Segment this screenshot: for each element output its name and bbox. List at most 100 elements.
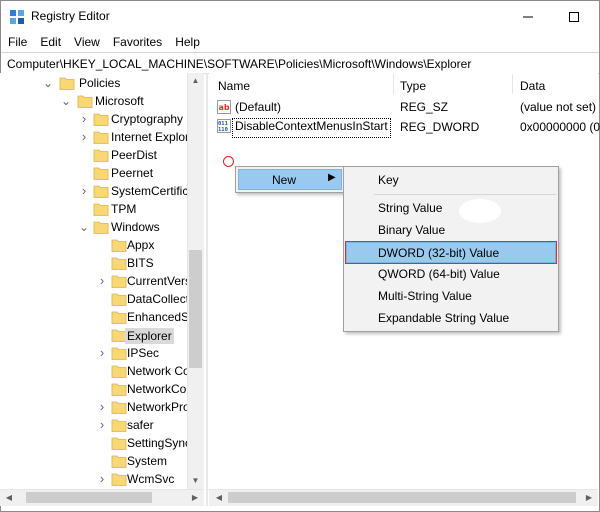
new-submenu: Key String Value Binary Value DWORD (32-… — [343, 166, 559, 332]
menu-bar: File Edit View Favorites Help — [1, 32, 599, 52]
tree-node[interactable]: ⌄ Microsoft — [0, 92, 187, 110]
chevron-down-icon[interactable]: ⌄ — [61, 95, 71, 107]
folder-icon — [93, 203, 109, 216]
scroll-down-arrow-icon[interactable]: ▼ — [189, 475, 202, 487]
folder-icon — [111, 257, 127, 270]
tree-hscroll-thumb[interactable] — [26, 492, 152, 503]
string-value-icon: ab — [217, 100, 231, 114]
tree-node[interactable]: Peernet — [0, 164, 187, 182]
tree-node[interactable]: PeerDist — [0, 146, 187, 164]
submenu-qword-value-label: QWORD (64-bit) Value — [378, 267, 500, 281]
tree-node-label: Windows — [111, 220, 160, 234]
chevron-right-icon[interactable]: › — [79, 112, 89, 125]
svg-text:110: 110 — [218, 127, 228, 133]
tree-node-label: WcmSvc — [127, 472, 175, 486]
tree-node[interactable]: TPM — [0, 200, 187, 218]
tree-node[interactable]: Network Co — [0, 362, 190, 380]
menu-separator — [374, 194, 556, 195]
context-menu-new[interactable]: New ▶ — [238, 169, 342, 190]
tree-node-label: Appx — [127, 238, 155, 252]
folder-icon — [111, 365, 127, 378]
menu-edit[interactable]: Edit — [33, 32, 67, 52]
folder-icon — [111, 419, 127, 432]
tree-node[interactable]: ⌄ Windows — [0, 218, 187, 236]
chevron-right-icon[interactable]: › — [79, 130, 89, 143]
folder-icon — [111, 347, 127, 360]
tree-node[interactable]: DataCollect — [0, 290, 190, 308]
menu-help[interactable]: Help — [168, 32, 206, 52]
chevron-down-icon[interactable]: ⌄ — [79, 221, 89, 233]
tree-node[interactable]: Appx — [0, 236, 187, 254]
chevron-down-icon[interactable]: ⌄ — [43, 77, 53, 89]
submenu-expandable-string-value-label: Expandable String Value — [378, 311, 510, 325]
annotation-circle — [223, 156, 234, 167]
tree-node-label: PeerDist — [111, 148, 158, 162]
chevron-right-icon[interactable]: › — [97, 346, 107, 359]
minimize-button[interactable] — [505, 1, 551, 32]
chevron-right-icon[interactable]: › — [97, 400, 107, 413]
tree-node-label: DataCollect — [127, 292, 190, 306]
scroll-up-arrow-icon[interactable]: ▲ — [189, 75, 202, 87]
scroll-left-arrow-icon[interactable]: ◀ — [3, 491, 15, 504]
column-header-name[interactable]: Name — [218, 79, 250, 97]
column-divider[interactable] — [393, 74, 394, 94]
scroll-right-arrow-icon[interactable]: ▶ — [189, 491, 201, 504]
tree-node[interactable]: ⌄ Policies — [0, 74, 187, 92]
value-data-disablecontextmenus: 0x00000000 (0) — [520, 120, 600, 134]
submenu-string-value-label: String Value — [378, 201, 443, 215]
submenu-key[interactable]: Key — [346, 169, 556, 191]
tree-node[interactable]: › NetworkPro — [0, 398, 190, 416]
value-name-default[interactable]: (Default) — [235, 100, 281, 118]
folder-icon — [111, 311, 127, 324]
tree-node[interactable]: SettingSync — [0, 434, 191, 452]
tree-node[interactable]: Explorer — [0, 326, 187, 344]
address-path[interactable]: Computer\HKEY_LOCAL_MACHINE\SOFTWARE\Pol… — [7, 57, 471, 71]
submenu-expandable-string-value[interactable]: Expandable String Value — [346, 307, 556, 329]
tree-node[interactable]: › WcmSvc — [0, 470, 187, 488]
tree-node[interactable]: EnhancedSt — [0, 308, 192, 326]
value-type-disablecontextmenus: REG_DWORD — [400, 120, 480, 134]
tree-node-label: Peernet — [111, 166, 154, 180]
tree-node[interactable]: › CurrentVers — [0, 272, 191, 290]
scroll-right-arrow-icon[interactable]: ▶ — [583, 491, 595, 504]
list-hscroll-thumb[interactable] — [228, 492, 576, 503]
tree-node[interactable]: System — [0, 452, 187, 470]
pane-splitter[interactable] — [206, 73, 208, 506]
chevron-right-icon[interactable]: › — [97, 274, 107, 287]
submenu-multi-string-value[interactable]: Multi-String Value — [346, 285, 556, 307]
menu-view[interactable]: View — [67, 32, 106, 52]
registry-tree[interactable]: ⌄ Policies ⌄ Microsoft › Cryptography › Interne… — [0, 73, 204, 489]
tree-node[interactable]: BITS — [0, 254, 187, 272]
chevron-right-icon[interactable]: › — [79, 184, 89, 197]
menu-file[interactable]: File — [1, 32, 33, 52]
maximize-button[interactable] — [551, 1, 597, 32]
tree-node[interactable]: › Internet Explor — [0, 128, 189, 146]
menu-favorites[interactable]: Favorites — [106, 32, 168, 52]
tree-node[interactable]: › safer — [0, 416, 187, 434]
tree-node-label: safer — [127, 418, 154, 432]
column-header-type[interactable]: Type — [400, 79, 426, 97]
title-bar[interactable]: Registry Editor — [1, 1, 599, 32]
column-header-data[interactable]: Data — [520, 79, 545, 97]
submenu-string-value[interactable]: String Value — [346, 197, 556, 219]
tree-node[interactable]: NetworkCo — [0, 380, 187, 398]
scroll-left-arrow-icon[interactable]: ◀ — [213, 491, 225, 504]
folder-icon — [111, 473, 127, 486]
svg-text:ab: ab — [219, 103, 230, 112]
submenu-binary-value-label: Binary Value — [378, 223, 446, 237]
tree-node-label: Network Co — [127, 364, 190, 378]
column-divider[interactable] — [512, 74, 513, 94]
chevron-right-icon[interactable]: › — [97, 472, 107, 485]
submenu-qword-value[interactable]: QWORD (64-bit) Value — [346, 263, 556, 285]
tree-node[interactable]: › Cryptography — [0, 110, 187, 128]
address-bar[interactable]: Computer\HKEY_LOCAL_MACHINE\SOFTWARE\Pol… — [1, 52, 599, 74]
value-name-disablecontextmenus[interactable]: DisableContextMenusInStart — [232, 118, 391, 138]
tree-node[interactable]: › IPSec — [0, 344, 187, 362]
tree-node[interactable]: › SystemCertific — [0, 182, 189, 200]
submenu-dword-value[interactable]: DWORD (32-bit) Value — [345, 241, 557, 264]
tree-scroll-thumb[interactable] — [189, 250, 202, 368]
redaction-blob — [459, 199, 501, 223]
registry-editor-icon — [10, 10, 24, 24]
submenu-binary-value[interactable]: Binary Value — [346, 219, 556, 241]
chevron-right-icon[interactable]: › — [97, 418, 107, 431]
